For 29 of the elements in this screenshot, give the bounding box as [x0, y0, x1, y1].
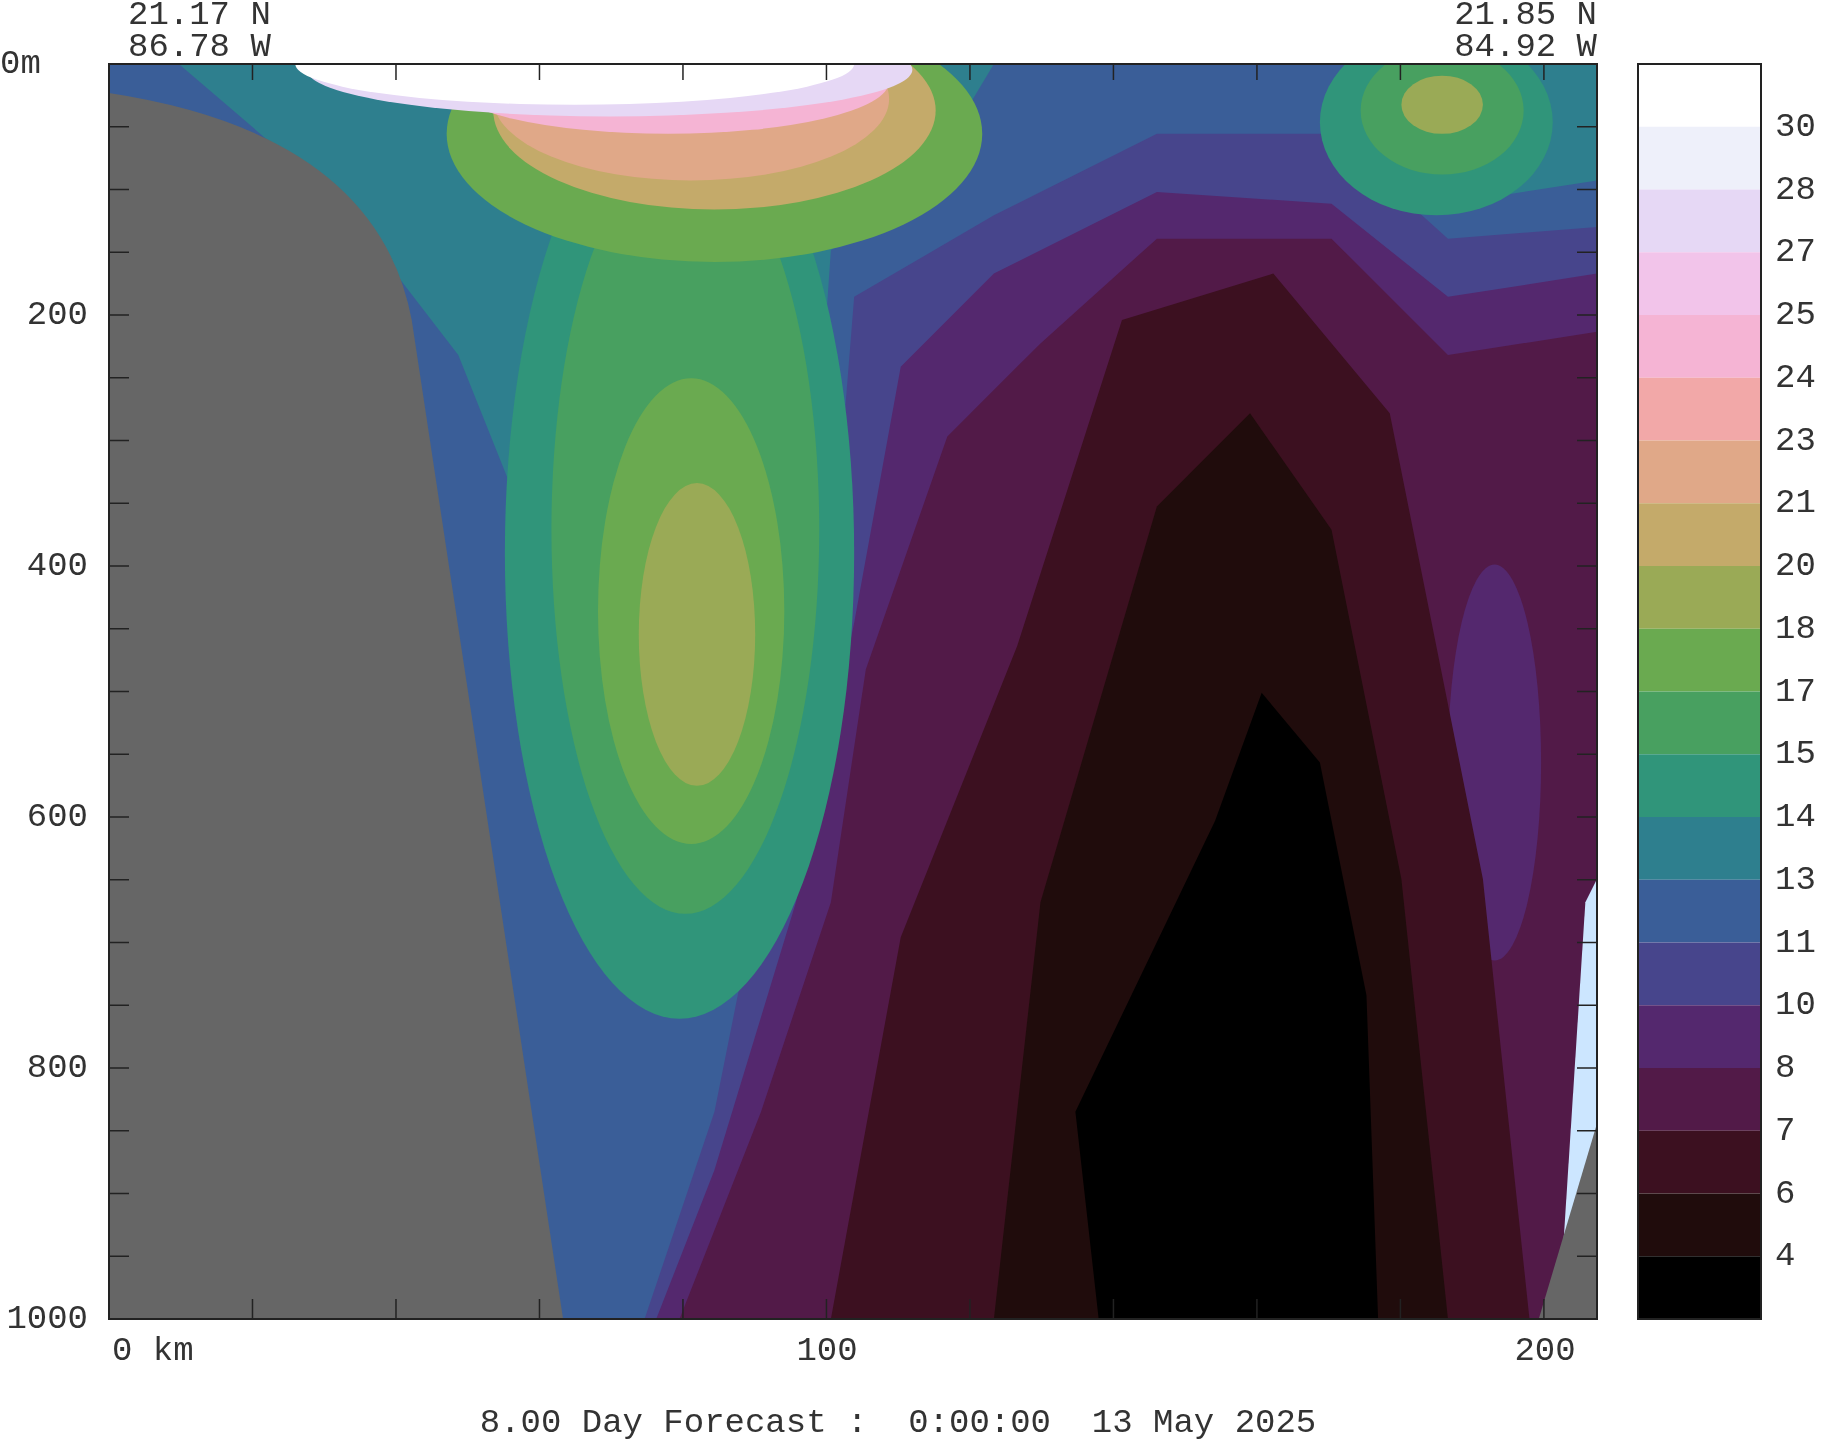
colorbar-label: 17: [1775, 672, 1816, 711]
distance-label: 100: [796, 1332, 858, 1370]
colorbar-label: 13: [1775, 860, 1816, 899]
colorbar-label: 7: [1775, 1111, 1796, 1150]
colorbar-label: 11: [1775, 923, 1816, 962]
colorbar-label: 30: [1775, 107, 1816, 146]
colorbar-label: 25: [1775, 296, 1816, 334]
depth-label: 200: [26, 296, 88, 334]
depth-label: 800: [26, 1049, 88, 1087]
colorbar-label: 14: [1775, 798, 1816, 836]
colorbar-label: 21: [1775, 484, 1816, 523]
colorbar-label: 10: [1775, 986, 1816, 1025]
colorbar-label: 28: [1775, 170, 1816, 209]
depth-label: 400: [26, 547, 88, 585]
colorbar-label: 27: [1775, 233, 1816, 272]
distance-label: 200: [1514, 1332, 1576, 1370]
colorbar-label: 18: [1775, 609, 1816, 648]
distance-label: 0 km: [112, 1332, 194, 1370]
forecast-caption: 8.00 Day Forecast : 0:00:00 13 May 2025: [479, 1404, 1317, 1442]
depth-label: 600: [26, 798, 88, 836]
colorbar-label: 6: [1775, 1174, 1796, 1213]
depth-label: 1000: [6, 1300, 88, 1338]
colorbar-label: 8: [1775, 1049, 1796, 1087]
colorbar-label: 24: [1775, 358, 1816, 397]
colorbar-label: 4: [1775, 1237, 1796, 1276]
depth-label: 0m: [0, 45, 41, 83]
colorbar-label: 15: [1775, 735, 1816, 774]
colorbar-label: 20: [1775, 547, 1816, 585]
colorbar-label: 23: [1775, 421, 1816, 460]
